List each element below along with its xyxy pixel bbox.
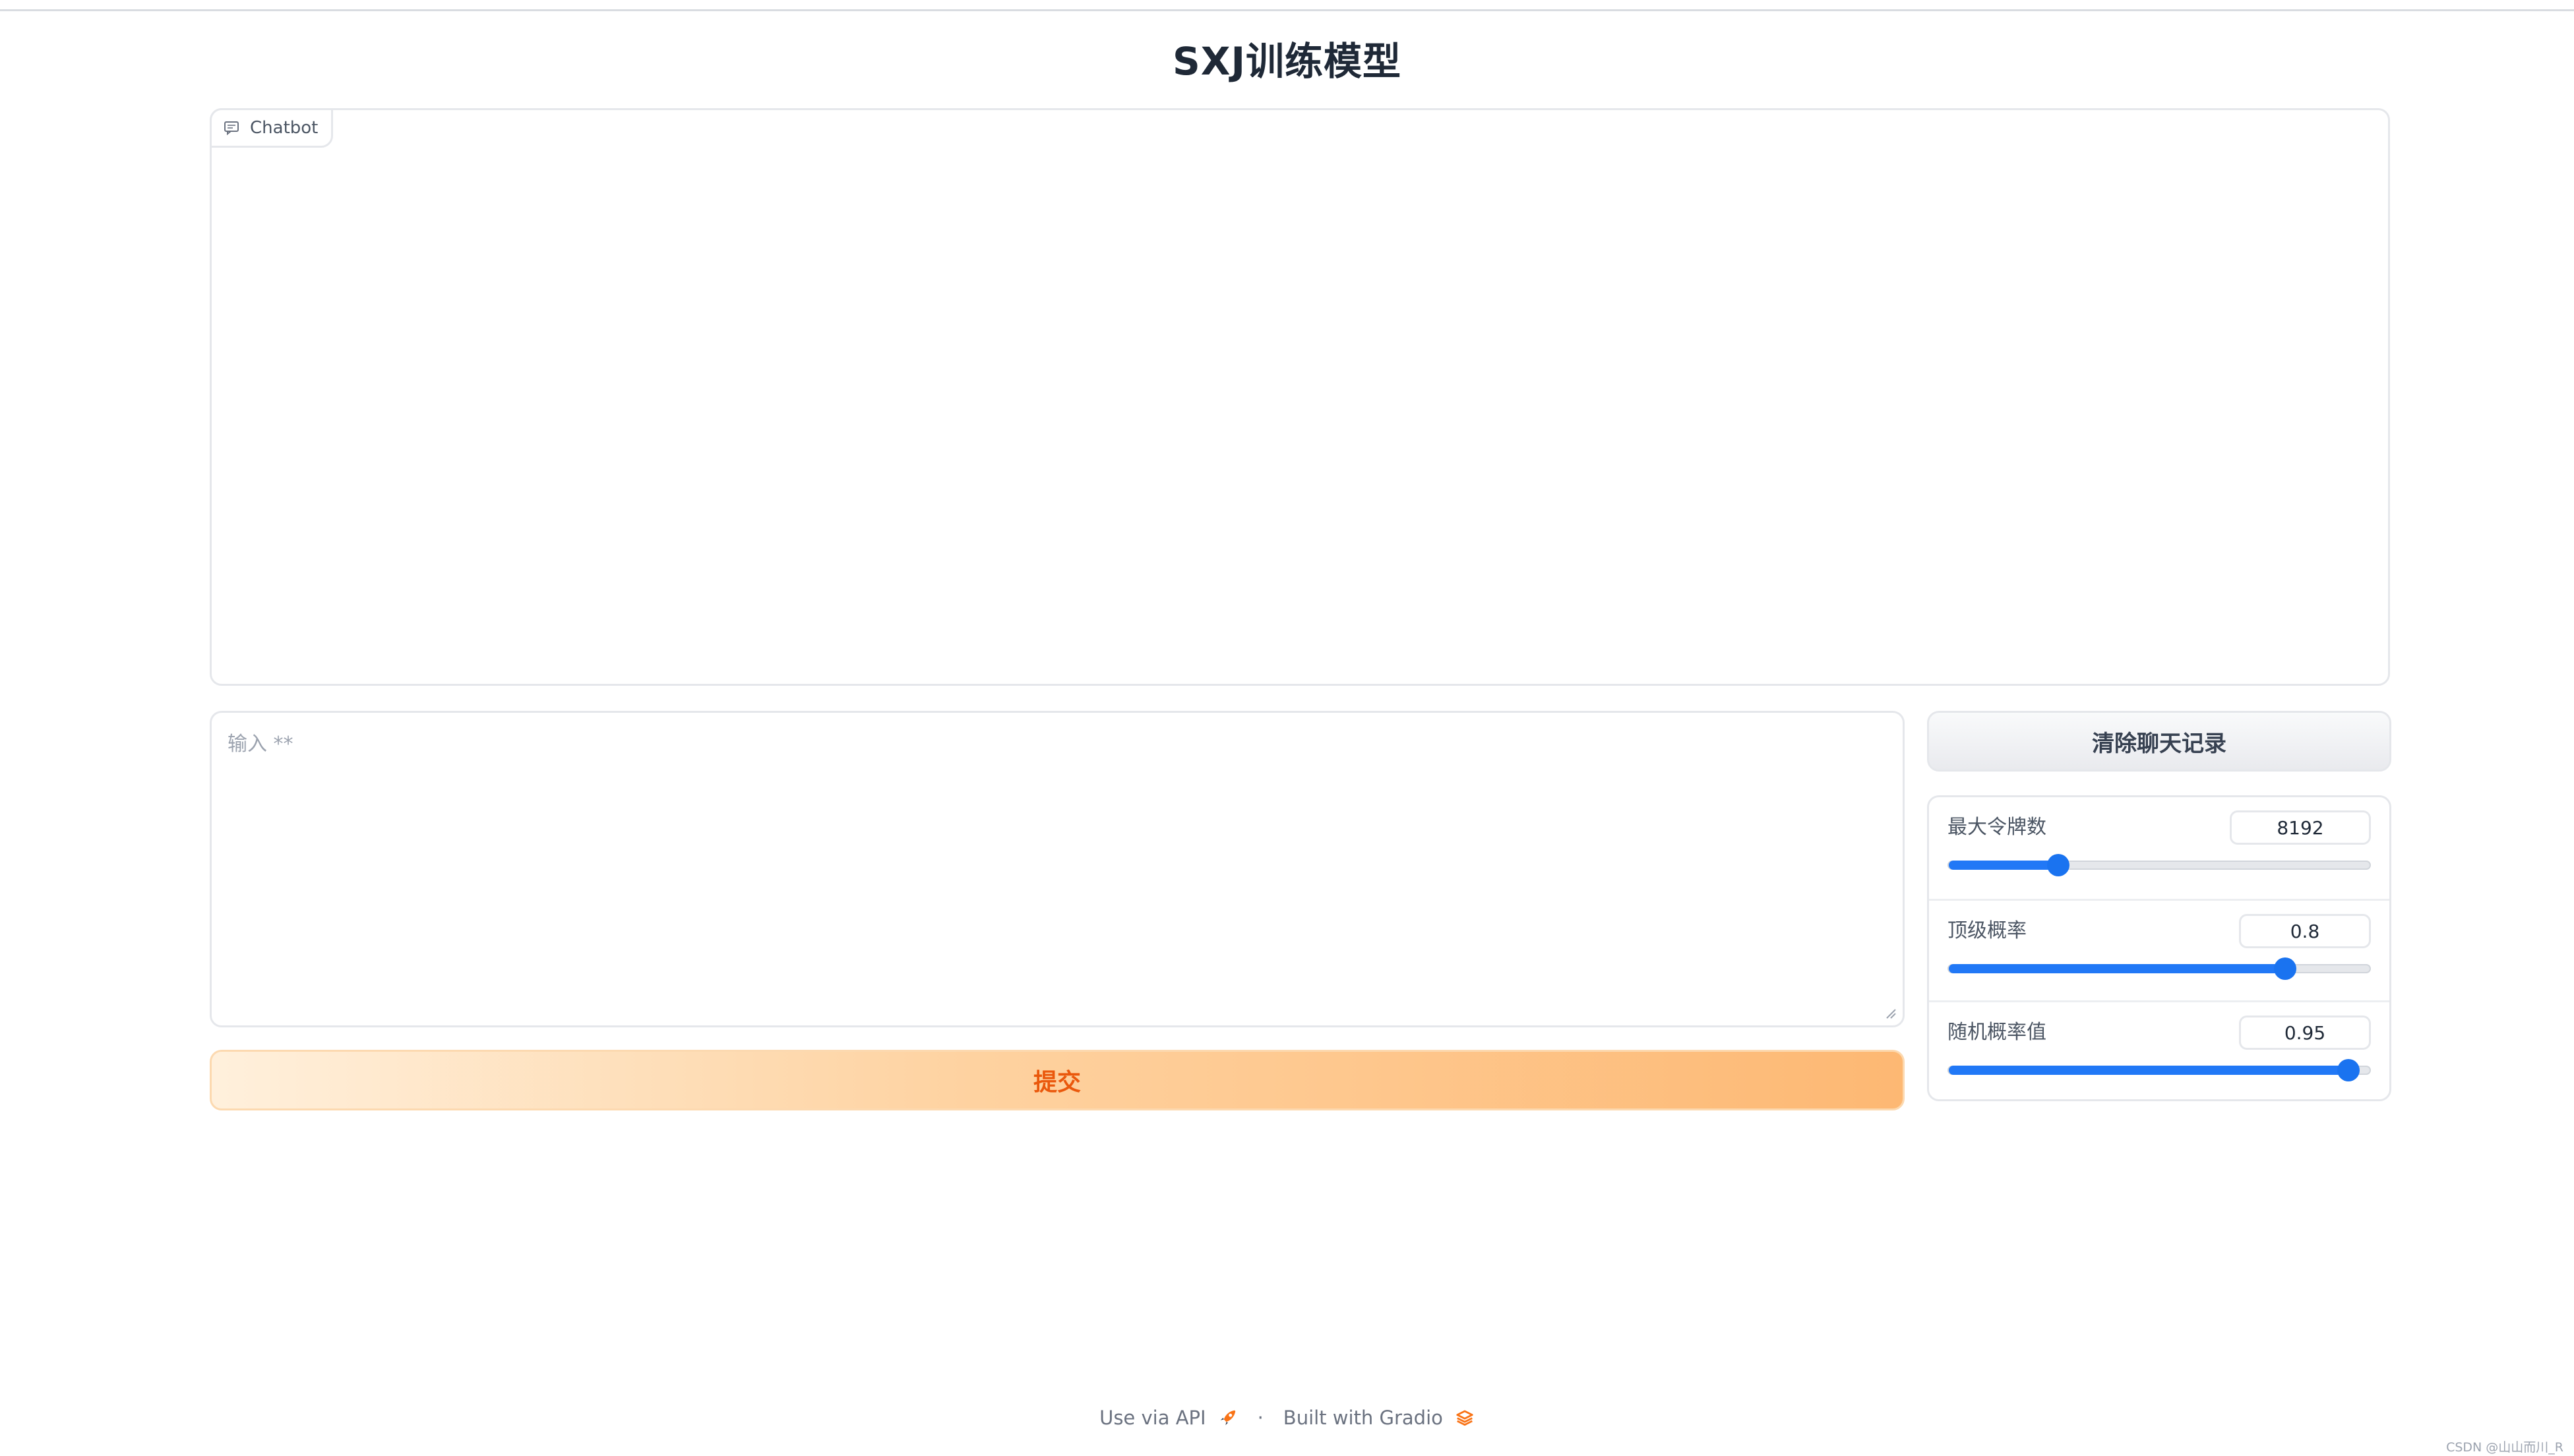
- max-tokens-label: 最大令牌数: [1947, 816, 2046, 839]
- top-p-param: 顶级概率 0.8: [1929, 899, 2389, 1000]
- rocket-icon: [1220, 1410, 1235, 1426]
- chatbot-label-text: Chatbot: [250, 118, 319, 138]
- temperature-slider-thumb[interactable]: [2337, 1059, 2360, 1081]
- max-tokens-param: 最大令牌数 8192: [1929, 797, 2389, 899]
- message-input-container[interactable]: [210, 711, 1905, 1027]
- top-p-slider[interactable]: [1947, 957, 2371, 980]
- chat-bubble-icon: [224, 121, 239, 136]
- use-via-api-link[interactable]: Use via API: [1099, 1407, 1206, 1429]
- top-p-value-input[interactable]: 0.8: [2239, 914, 2371, 948]
- resize-handle-icon[interactable]: [1884, 1007, 1896, 1019]
- built-with-gradio-link[interactable]: Built with Gradio: [1283, 1407, 1443, 1429]
- watermark: CSDN @山山而川_R: [2446, 1440, 2563, 1455]
- chatbot-panel: Chatbot: [210, 108, 2390, 686]
- top-p-slider-thumb[interactable]: [2274, 957, 2297, 980]
- gradio-logo-icon: [1456, 1410, 1473, 1426]
- temperature-slider-fill: [1949, 1066, 2349, 1075]
- temperature-label: 随机概率值: [1947, 1021, 2046, 1044]
- chatbot-label-tab: Chatbot: [210, 108, 334, 148]
- clear-history-button[interactable]: 清除聊天记录: [1927, 711, 2391, 772]
- temperature-param: 随机概率值 0.95: [1929, 1000, 2389, 1099]
- temperature-value-input[interactable]: 0.95: [2239, 1016, 2371, 1050]
- top-divider: [0, 9, 2574, 11]
- temperature-slider[interactable]: [1947, 1059, 2371, 1081]
- top-p-label: 顶级概率: [1947, 919, 2027, 942]
- max-tokens-slider[interactable]: [1947, 854, 2371, 876]
- page-title: SXJ训练模型: [1172, 39, 1402, 84]
- footer: Use via API · Built with Gradio: [0, 1405, 2574, 1431]
- parameters-panel: 最大令牌数 8192 顶级概率 0.8 随机概率值 0.95: [1927, 795, 2391, 1101]
- max-tokens-slider-fill: [1949, 861, 2058, 870]
- max-tokens-slider-thumb[interactable]: [2046, 854, 2069, 876]
- message-input[interactable]: [212, 713, 1903, 1025]
- submit-button[interactable]: 提交: [210, 1050, 1905, 1110]
- top-p-slider-fill: [1949, 964, 2286, 973]
- footer-separator: ·: [1257, 1407, 1264, 1429]
- max-tokens-value-input[interactable]: 8192: [2230, 810, 2371, 845]
